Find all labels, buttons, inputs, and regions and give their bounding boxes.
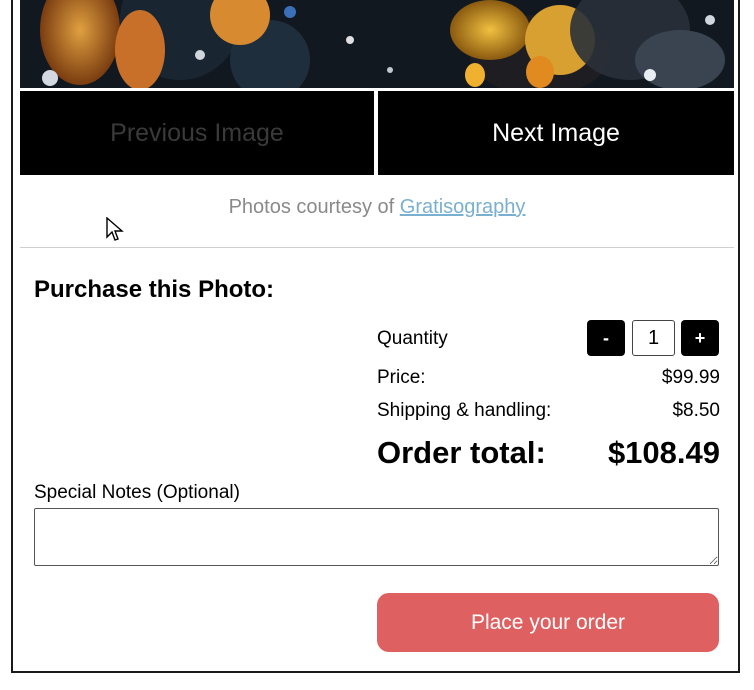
order-total-label: Order total: xyxy=(377,435,546,470)
quantity-input[interactable] xyxy=(632,320,675,356)
section-divider xyxy=(20,247,734,248)
quantity-increment-button[interactable]: + xyxy=(681,320,719,356)
previous-image-button[interactable]: Previous Image xyxy=(20,91,374,175)
next-image-button[interactable]: Next Image xyxy=(378,91,734,175)
quantity-label: Quantity xyxy=(377,328,448,349)
credit-prefix: Photos courtesy of xyxy=(228,196,395,218)
place-order-button[interactable]: Place your order xyxy=(377,593,719,652)
mouse-pointer-icon xyxy=(106,216,124,248)
shipping-value: $8.50 xyxy=(672,400,720,421)
gratisography-link[interactable]: Gratisography xyxy=(400,196,526,218)
special-notes-label: Special Notes (Optional) xyxy=(34,482,240,503)
photo-credit: Photos courtesy of Gratisography xyxy=(20,196,734,219)
gallery-photo xyxy=(20,0,734,88)
shipping-label: Shipping & handling: xyxy=(377,400,552,421)
special-notes-textarea[interactable] xyxy=(34,508,719,566)
quantity-decrement-button[interactable]: - xyxy=(587,320,625,356)
order-total-value: $108.49 xyxy=(607,435,720,470)
price-value: $99.99 xyxy=(661,367,720,388)
purchase-heading: Purchase this Photo: xyxy=(34,276,275,303)
price-label: Price: xyxy=(377,367,426,388)
